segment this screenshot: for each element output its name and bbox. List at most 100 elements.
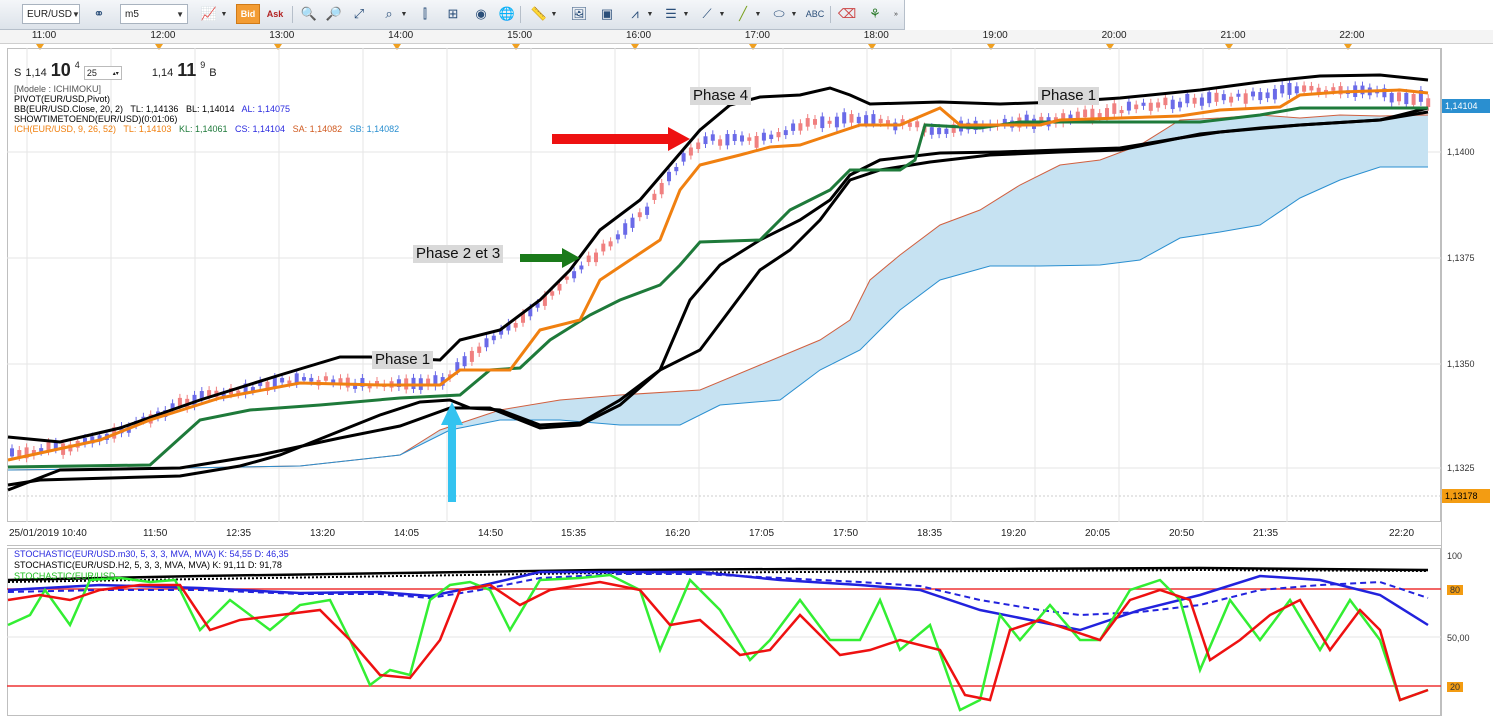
candle-body bbox=[871, 114, 876, 124]
indicators-icon[interactable]: ⩘ bbox=[626, 4, 644, 24]
candle-body bbox=[1170, 99, 1175, 110]
price-label: 1,1325 bbox=[1447, 463, 1475, 473]
top-time-label: 11:00 bbox=[31, 30, 57, 41]
candle-body bbox=[1156, 102, 1161, 108]
candle-body bbox=[761, 132, 766, 141]
top-time-label: 21:00 bbox=[1220, 30, 1246, 41]
bid-button[interactable]: Bid bbox=[236, 4, 260, 24]
timeframe-select[interactable]: m5 ▼ bbox=[120, 4, 188, 24]
ellipse-dropdown[interactable]: ▼ bbox=[790, 4, 798, 24]
date-axis-label: 16:20 bbox=[665, 528, 691, 539]
candle-body bbox=[1302, 85, 1307, 92]
bollinger-tl: TL: 1,14136 bbox=[130, 104, 179, 114]
eraser-icon[interactable]: ⌫ bbox=[838, 4, 856, 24]
zoom-fit-icon[interactable]: ⤢ bbox=[350, 4, 368, 24]
ellipse-icon[interactable]: ⬭ bbox=[770, 4, 788, 24]
candle-body bbox=[594, 252, 598, 263]
ruler-dropdown[interactable]: ▼ bbox=[550, 4, 558, 24]
line-chart-icon[interactable]: 📈 bbox=[200, 4, 218, 24]
candle-body bbox=[309, 377, 314, 382]
stochastic-axis-label: 50,00 bbox=[1447, 633, 1470, 643]
date-axis[interactable]: 25/01/2019 10:40 11:50 12:35 13:20 14:05 14:5… bbox=[7, 522, 1441, 546]
trend-dropdown[interactable]: ▼ bbox=[718, 4, 726, 24]
showtime-label: SHOWTIMETOEND(EUR/USD)(0:01:06) bbox=[14, 114, 178, 124]
candle-body bbox=[929, 127, 934, 135]
price-label: 1,1375 bbox=[1447, 253, 1475, 263]
chart-type-dropdown[interactable]: ▼ bbox=[220, 4, 228, 24]
stochastic-axis[interactable]: 100 80 50,00 20 bbox=[1441, 548, 1493, 716]
candle-body bbox=[477, 346, 482, 353]
bollinger-name: BB(EUR/USD.Close, 20, 2) bbox=[14, 104, 124, 114]
ask-big-digits: 11 bbox=[177, 60, 197, 80]
date-axis-label: 17:05 bbox=[749, 528, 775, 539]
trend-icon[interactable]: ⟋ bbox=[698, 4, 716, 24]
zoom-range-icon[interactable]: ⌕ bbox=[380, 4, 398, 24]
price-axis[interactable]: 1,1400 1,1375 1,1350 1,1325 1,14104 1,13… bbox=[1441, 48, 1493, 548]
price-label: 1,1350 bbox=[1447, 359, 1475, 369]
candle-body bbox=[798, 123, 803, 131]
stoch-m5-k-line bbox=[7, 573, 1429, 712]
candle-body bbox=[710, 134, 715, 141]
buy-label[interactable]: B bbox=[209, 67, 216, 79]
candle-body bbox=[1265, 92, 1270, 99]
ruler-icon[interactable]: 📏 bbox=[530, 4, 548, 24]
candle-body bbox=[878, 118, 883, 123]
candle-body bbox=[1331, 87, 1336, 91]
zoom-out-icon[interactable]: 🔎 bbox=[325, 4, 343, 24]
symbol-value: EUR/USD bbox=[27, 8, 73, 20]
screenshot-icon[interactable]: 🖼 bbox=[570, 4, 588, 24]
crosshair-icon[interactable]: ⊞ bbox=[444, 4, 462, 24]
date-axis-label: 15:35 bbox=[561, 528, 587, 539]
stochastic-axis-label: 100 bbox=[1447, 551, 1463, 561]
red-arrow bbox=[552, 127, 690, 151]
price-label: 1,1400 bbox=[1447, 147, 1475, 157]
bollinger-al: AL: 1,14075 bbox=[241, 104, 291, 114]
pen-icon[interactable]: ╱ bbox=[734, 4, 752, 24]
text-icon[interactable]: ABC bbox=[806, 4, 825, 24]
candle-body bbox=[703, 136, 708, 145]
candle-body bbox=[10, 448, 14, 457]
zoom-in-icon[interactable]: 🔍 bbox=[300, 4, 318, 24]
candle-body bbox=[645, 206, 650, 215]
more-dropdown[interactable]: » bbox=[892, 4, 900, 24]
lines-dropdown[interactable]: ▼ bbox=[682, 4, 690, 24]
candle-body bbox=[1134, 104, 1139, 110]
lines-icon[interactable]: ☰ bbox=[662, 4, 680, 24]
spread-stepper[interactable]: 25 ▴▾ bbox=[83, 66, 122, 80]
vertical-line-icon[interactable]: ⫿ bbox=[416, 4, 434, 24]
window-icon[interactable]: ▣ bbox=[598, 4, 616, 24]
tree-icon[interactable]: ⚘ bbox=[866, 4, 884, 24]
price-chart[interactable] bbox=[7, 48, 1441, 522]
pen-dropdown[interactable]: ▼ bbox=[754, 4, 762, 24]
stochastic-chart[interactable] bbox=[7, 548, 1441, 716]
ask-prefix: 1,14 bbox=[151, 67, 174, 79]
eye-icon[interactable]: ◉ bbox=[472, 4, 490, 24]
separator bbox=[520, 6, 521, 23]
zoom-dropdown[interactable]: ▼ bbox=[400, 4, 408, 24]
ask-button[interactable]: Ask bbox=[264, 4, 286, 24]
date-axis-label: 14:50 bbox=[478, 528, 504, 539]
candle-body bbox=[849, 114, 854, 123]
top-time-bar: 11:00 12:00 13:00 14:00 15:00 16:00 17:00 18:00… bbox=[0, 30, 1493, 50]
indicators-dropdown[interactable]: ▼ bbox=[646, 4, 654, 24]
candle-body bbox=[1199, 97, 1204, 106]
candle-body bbox=[491, 335, 496, 341]
date-axis-label: 20:05 bbox=[1085, 528, 1111, 539]
candle-body bbox=[1075, 111, 1080, 119]
candle-body bbox=[1236, 93, 1241, 97]
candle-body bbox=[937, 127, 942, 135]
candle-body bbox=[615, 234, 620, 240]
candle-body bbox=[302, 377, 306, 381]
globe-icon[interactable]: 🌐 bbox=[498, 4, 516, 24]
candle-body bbox=[280, 377, 285, 383]
ask-pip-digit: 9 bbox=[200, 60, 206, 70]
ichimoku-sb: SB: 1,14082 bbox=[349, 124, 400, 134]
link-icon[interactable]: ⚭ bbox=[90, 4, 108, 24]
symbol-select[interactable]: EUR/USD ▼ bbox=[22, 4, 80, 24]
candle-body bbox=[1221, 94, 1226, 101]
green-arrow bbox=[520, 248, 580, 268]
candle-body bbox=[601, 243, 606, 252]
candle-body bbox=[1389, 93, 1394, 103]
sell-label[interactable]: S bbox=[14, 67, 21, 79]
date-axis-label: 14:05 bbox=[394, 528, 420, 539]
